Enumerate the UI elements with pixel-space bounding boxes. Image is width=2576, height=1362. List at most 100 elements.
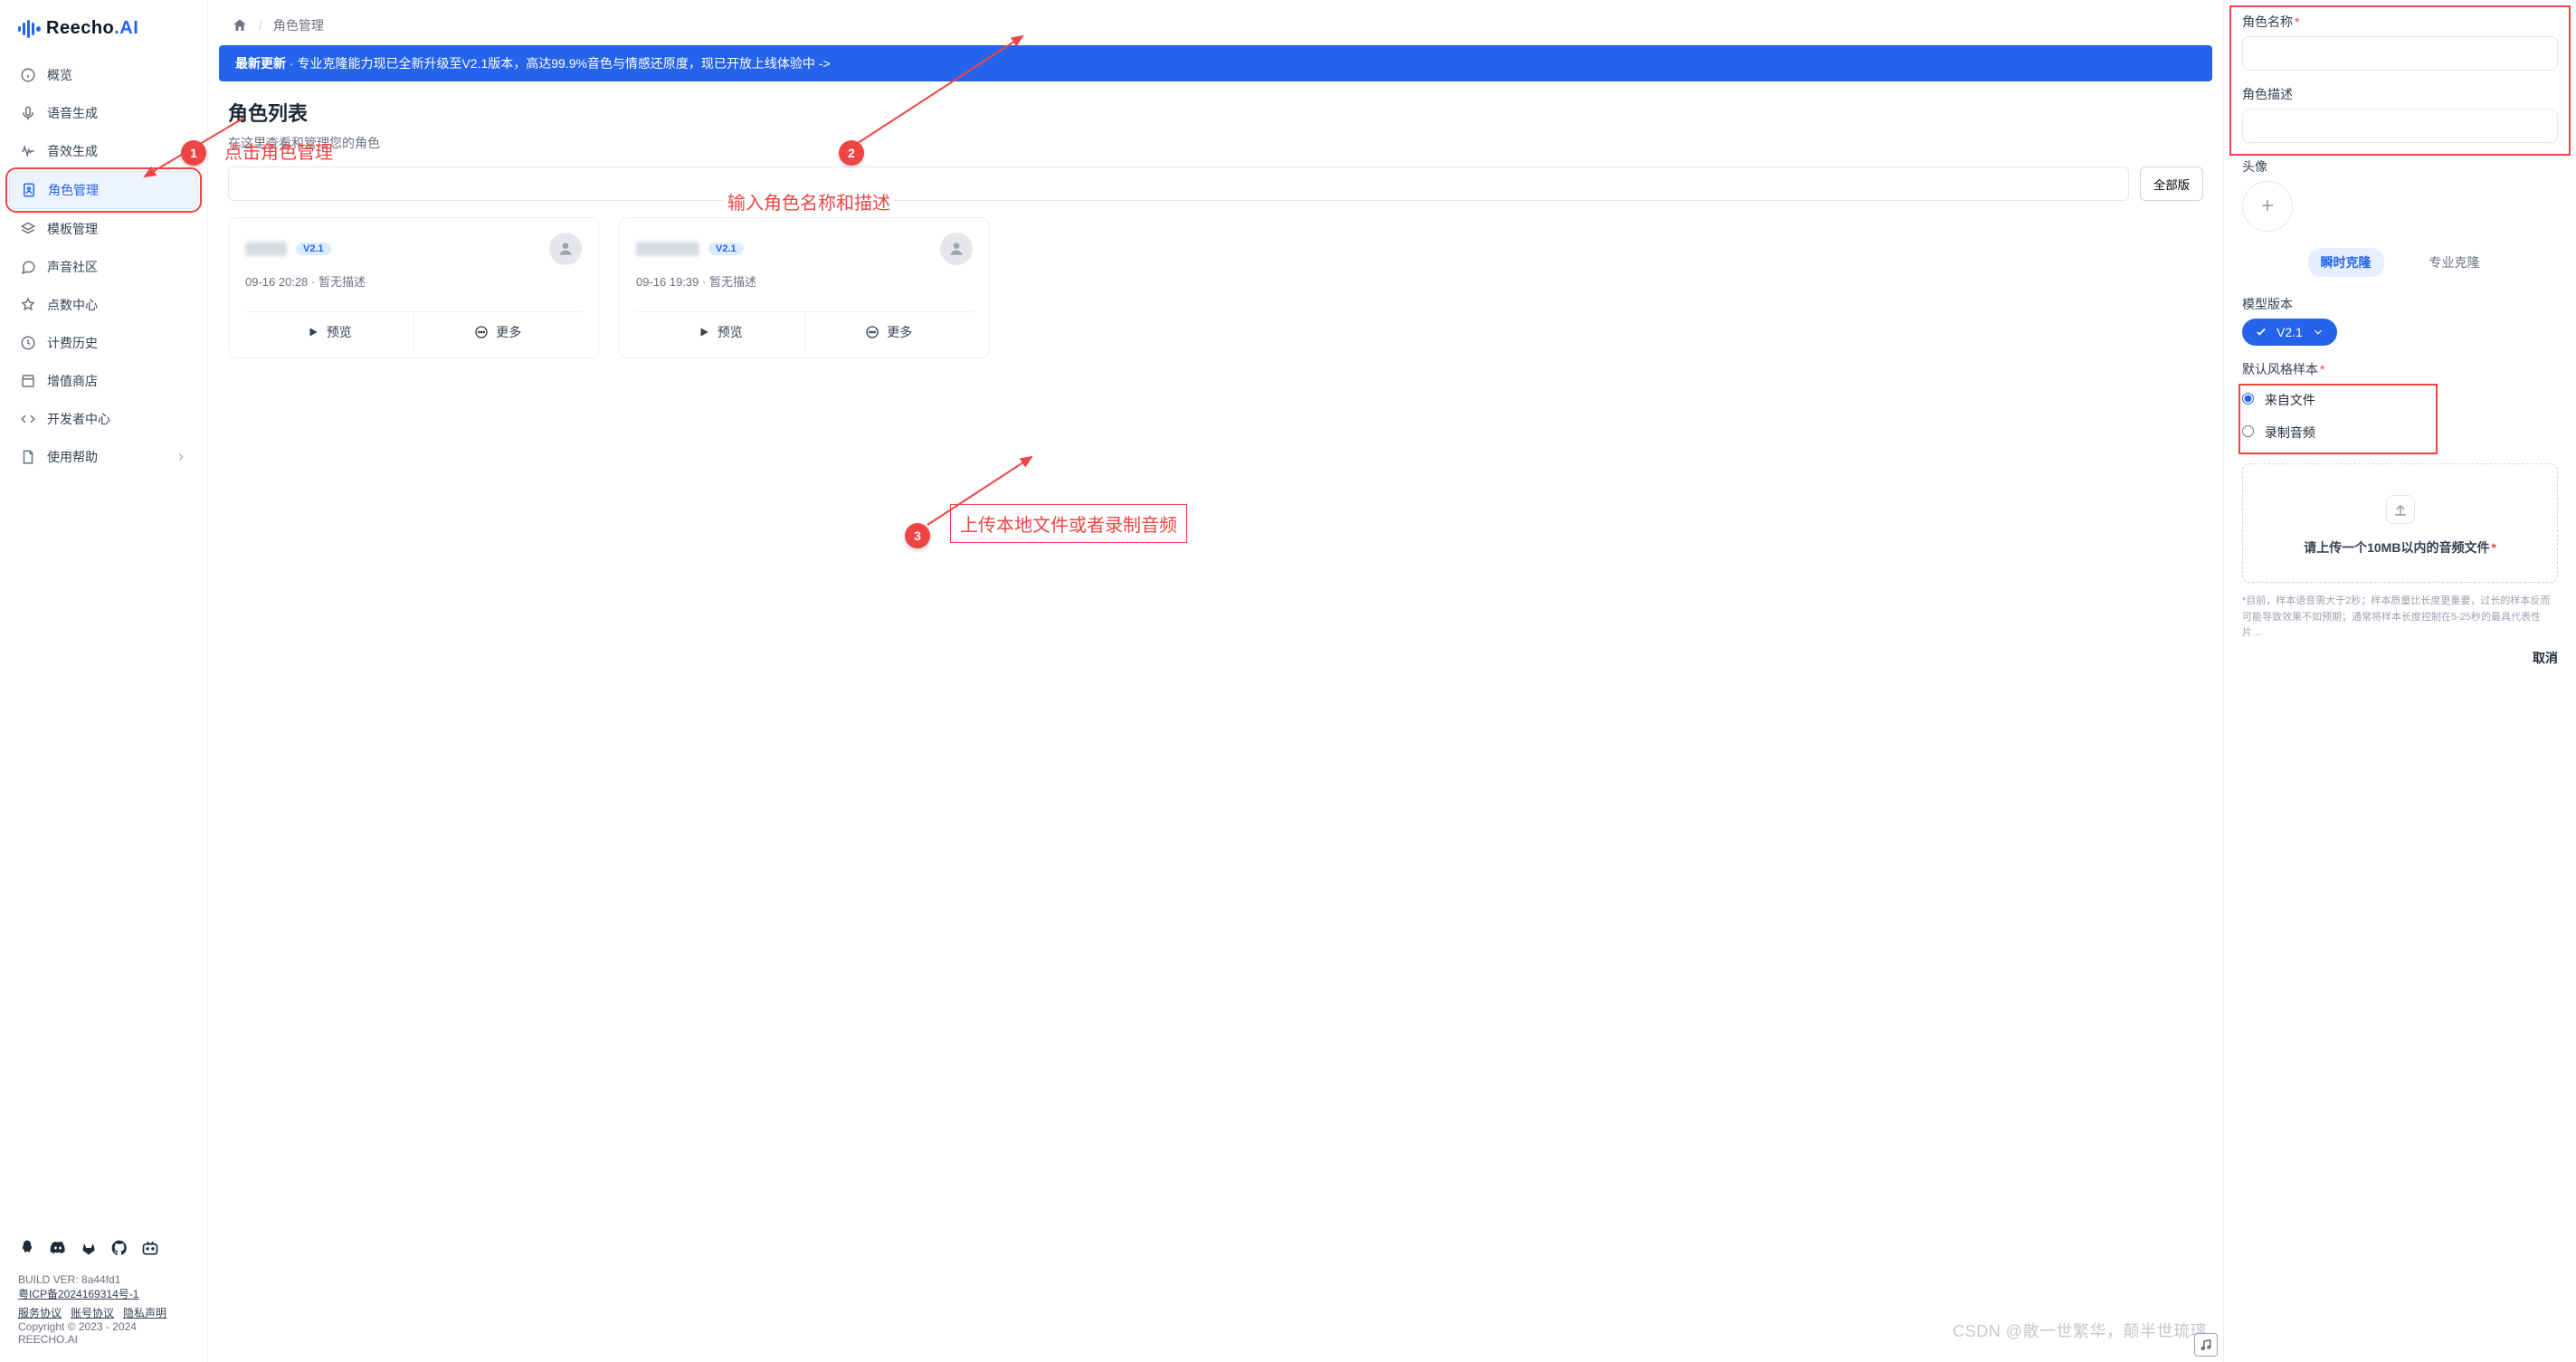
upload-zone[interactable]: 请上传一个10MB以内的音频文件* [2242, 463, 2558, 583]
version-label: 模型版本 [2242, 295, 2558, 313]
annotation-badge-2: 2 [839, 140, 864, 166]
layers-icon [20, 221, 36, 237]
version-value: V2.1 [2277, 325, 2303, 339]
preview-button[interactable]: 预览 [245, 312, 413, 352]
sidebar-item-label: 计费历史 [47, 334, 98, 352]
page-title: 角色列表 [228, 98, 2203, 127]
preview-label: 预览 [327, 323, 352, 341]
breadcrumb-current: 角色管理 [273, 16, 324, 34]
clock-icon [20, 335, 36, 351]
bilibili-icon[interactable] [141, 1239, 159, 1257]
annotation-text-2: 输入角色名称和描述 [724, 186, 894, 216]
name-input[interactable] [2242, 36, 2558, 71]
sidebar-item-sfx-gen[interactable]: 音效生成 [9, 133, 198, 169]
page-subtitle: 在这里查看和管理您的角色 [228, 134, 2203, 152]
sidebar-item-developer[interactable]: 开发者中心 [9, 401, 198, 437]
music-icon[interactable] [2194, 1333, 2218, 1357]
sidebar-item-label: 概览 [47, 66, 72, 84]
search-input[interactable] [228, 167, 2129, 201]
upload-icon [2386, 495, 2415, 524]
sidebar-item-voice-gen[interactable]: 语音生成 [9, 95, 198, 131]
radio-record-label: 录制音频 [2265, 425, 2315, 440]
copyright: Copyright © 2023 - 2024 REECHO.AI [18, 1320, 189, 1346]
file-icon [20, 449, 36, 465]
sidebar-item-label: 角色管理 [48, 181, 99, 199]
sidebar-item-points[interactable]: 点数中心 [9, 287, 198, 323]
sidebar-item-voice-community[interactable]: 声音社区 [9, 249, 198, 285]
sidebar-item-store[interactable]: 增值商店 [9, 363, 198, 399]
sidebar-item-role-mgmt[interactable]: 角色管理 [9, 171, 198, 209]
banner-tag: 最新更新 [235, 56, 286, 71]
nav: 概览 语音生成 音效生成 角色管理 模板管理 声音社区 [9, 55, 198, 1228]
annotation-badge-3: 3 [905, 523, 930, 548]
update-banner[interactable]: 最新更新 · 专业克隆能力现已全新升级至V2.1版本，高达99.9%音色与情感还… [219, 45, 2212, 81]
preview-button[interactable]: 预览 [636, 312, 804, 352]
watermark: CSDN @散一世繁华，颠半世琉璃 [1953, 1319, 2207, 1342]
card-meta: 09-16 20:28 · 暂无描述 [245, 272, 582, 290]
breadcrumb: / 角色管理 [208, 0, 2223, 45]
chevron-right-icon [175, 451, 187, 463]
avatar-icon [940, 233, 973, 265]
annotation-text-1: 点击角色管理 [224, 138, 333, 164]
footer-link-privacy[interactable]: 隐私声明 [123, 1305, 166, 1320]
sidebar-item-billing[interactable]: 计费历史 [9, 325, 198, 361]
sidebar-item-overview[interactable]: 概览 [9, 57, 198, 93]
main: / 角色管理 最新更新 · 专业克隆能力现已全新升级至V2.1版本，高达99.9… [208, 0, 2223, 1362]
qq-icon[interactable] [18, 1239, 36, 1257]
filter-button[interactable]: 全部版 [2140, 167, 2203, 201]
sidebar: Reecho.AI 概览 语音生成 音效生成 角色管理 模板管理 [0, 0, 208, 1362]
sidebar-item-label: 模板管理 [47, 220, 98, 238]
more-label: 更多 [887, 323, 912, 341]
home-icon[interactable] [232, 17, 248, 33]
code-icon [20, 411, 36, 427]
upload-text: 请上传一个10MB以内的音频文件* [2252, 538, 2548, 557]
logo-icon [18, 20, 41, 38]
chevron-down-icon [2312, 326, 2324, 338]
github-icon[interactable] [110, 1239, 128, 1257]
more-button[interactable]: 更多 [413, 312, 583, 352]
cancel-button[interactable]: 取消 [2533, 651, 2558, 665]
annotation-badge-1: 1 [181, 140, 206, 166]
version-select[interactable]: V2.1 [2242, 319, 2337, 346]
tab-pro-clone[interactable]: 专业克隆 [2417, 248, 2493, 277]
role-name-blur [636, 242, 699, 256]
avatar-upload[interactable]: + [2242, 181, 2293, 232]
role-card: V2.1 09-16 20:28 · 暂无描述 预览 更多 [228, 217, 599, 358]
sidebar-item-help[interactable]: 使用帮助 [9, 439, 198, 475]
discord-icon[interactable] [49, 1239, 67, 1257]
logo[interactable]: Reecho.AI [9, 11, 198, 55]
role-card: V2.1 09-16 19:39 · 暂无描述 预览 更多 [619, 217, 990, 358]
play-icon [698, 326, 710, 338]
more-button[interactable]: 更多 [804, 312, 974, 352]
desc-label: 角色描述 [2242, 85, 2558, 103]
sample-label: 默认风格样本* [2242, 360, 2558, 378]
sidebar-item-template-mgmt[interactable]: 模板管理 [9, 211, 198, 247]
desc-input[interactable] [2242, 109, 2558, 143]
radio-record[interactable]: 录制音频 [2242, 416, 2558, 449]
tab-instant-clone[interactable]: 瞬时克隆 [2308, 248, 2384, 277]
avatar-icon [549, 233, 582, 265]
more-icon [865, 325, 879, 339]
sidebar-item-label: 语音生成 [47, 104, 98, 122]
sidebar-item-label: 音效生成 [47, 142, 98, 160]
footer-link-account[interactable]: 账号协议 [71, 1305, 114, 1320]
icp-link[interactable]: 粤ICP备2024169314号-1 [18, 1288, 138, 1300]
social-row [9, 1228, 198, 1268]
footer-link-tos[interactable]: 服务协议 [18, 1305, 62, 1320]
radio-file-label: 来自文件 [2265, 393, 2315, 407]
radio-from-file[interactable]: 来自文件 [2242, 384, 2558, 416]
build-version: BUILD VER: 8a44fd1 [18, 1273, 189, 1286]
mic-icon [20, 105, 36, 121]
radio-from-file-input[interactable] [2242, 393, 2254, 405]
info-icon [20, 67, 36, 83]
radio-record-input[interactable] [2242, 425, 2254, 437]
card-meta: 09-16 19:39 · 暂无描述 [636, 272, 973, 290]
annotation-text-3: 上传本地文件或者录制音频 [950, 504, 1187, 543]
avatar-label: 头像 [2242, 157, 2558, 176]
play-icon [307, 326, 319, 338]
gitlab-icon[interactable] [80, 1239, 98, 1257]
user-doc-icon [21, 182, 37, 198]
version-chip: V2.1 [296, 243, 331, 255]
sidebar-item-label: 开发者中心 [47, 410, 110, 428]
waves-icon [20, 143, 36, 159]
